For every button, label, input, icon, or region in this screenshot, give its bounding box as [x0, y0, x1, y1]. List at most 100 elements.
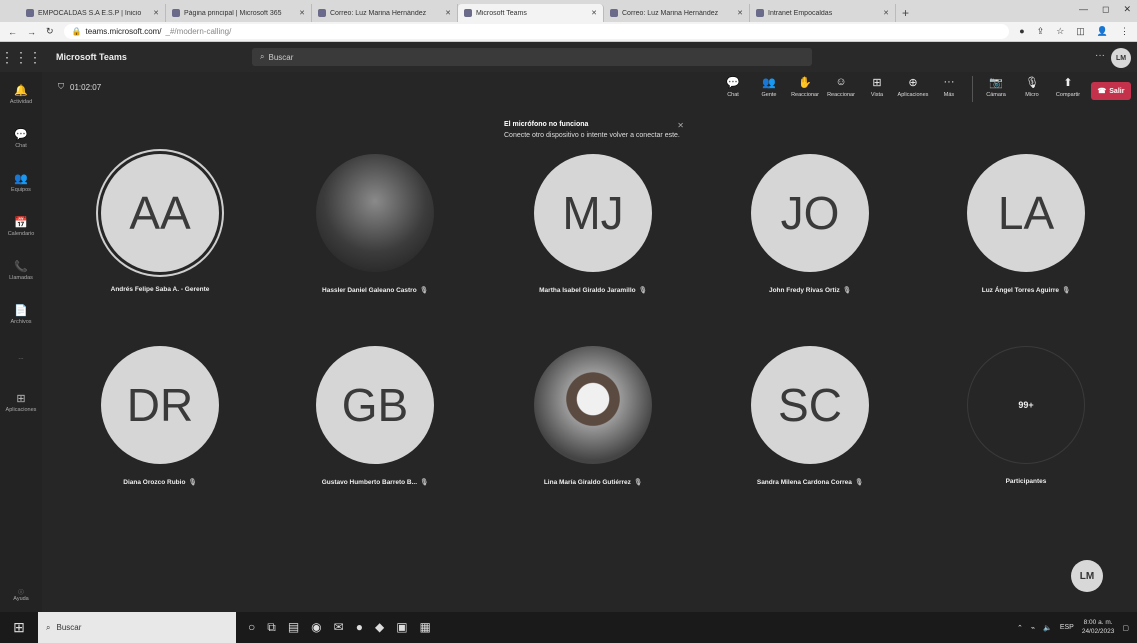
search-input[interactable]: ⌕ Buscar [252, 48, 812, 66]
clock[interactable]: 8:00 a. m. 24/02/2023 [1082, 619, 1115, 636]
close-icon[interactable]: ✕ [445, 9, 451, 17]
close-icon[interactable]: ✕ [591, 9, 597, 17]
favicon-icon [172, 9, 180, 17]
chrome-icon[interactable]: ◉ [311, 620, 321, 635]
participant-tile[interactable]: SC Sandra Milena Cardona Correa 🎙 [710, 346, 910, 526]
smile-icon: ☺ [835, 76, 847, 88]
forward-icon[interactable]: → [27, 27, 36, 37]
share-icon[interactable]: ⇪ [1037, 26, 1045, 37]
shield-icon: ⛉ [58, 82, 64, 91]
settings-more-button[interactable]: ··· [1095, 50, 1105, 61]
windows-start-icon[interactable]: ⊞ [0, 612, 38, 643]
phone-icon: 📞 [14, 260, 28, 273]
overflow-participants-tile[interactable]: 99+ Participantes [926, 346, 1126, 526]
browser-toolbar: ← → ↻ 🔒 teams.microsoft.com/_#/modern-ca… [0, 22, 1137, 42]
participant-tile[interactable]: Lina María Giraldo Gutiérrez 🎙 [493, 346, 693, 526]
favicon-icon [610, 9, 618, 17]
notification-icon[interactable]: ▢ [1122, 624, 1129, 632]
share-button[interactable]: ⬆ Compartir [1051, 76, 1085, 98]
rail-item-files[interactable]: 📄 Archivos [0, 292, 42, 336]
extension-icon[interactable]: ● [1019, 26, 1024, 37]
control-label: Reaccionar [827, 92, 855, 98]
cortana-icon[interactable]: ○ [248, 620, 255, 635]
browser-tab[interactable]: EMPOCALDAS S.A E.S.P | Inicio ✕ [20, 4, 166, 22]
excel-icon[interactable]: ▦ [420, 620, 431, 635]
participant-name: Gustavo Humberto Barreto B... 🎙 [275, 478, 475, 486]
search-icon: ⌕ [46, 622, 51, 632]
participant-tile[interactable]: MJ Martha Isabel Giraldo Jaramillo 🎙 [493, 154, 693, 334]
browser-tab[interactable]: Página principal | Microsoft 365 ✕ [166, 4, 312, 22]
participant-name-text: Sandra Milena Cardona Correa [756, 479, 852, 486]
back-icon[interactable]: ← [8, 27, 17, 37]
sidebar-icon[interactable]: ◫ [1076, 26, 1085, 37]
raise-hand-button[interactable]: ✋ Reaccionar [788, 76, 822, 98]
self-view-avatar[interactable]: LM [1071, 560, 1103, 592]
taskbar-search-input[interactable]: ⌕ Buscar [38, 612, 236, 643]
browser-tab[interactable]: Correo: Luz Marina Hernández ✕ [312, 4, 458, 22]
volume-icon[interactable]: 🔈 [1043, 624, 1052, 632]
people-button[interactable]: 👥 Gente [752, 76, 786, 98]
rail-item-teams[interactable]: 👥 Equipos [0, 160, 42, 204]
rail-item-apps[interactable]: ⊞ Aplicaciones [0, 380, 42, 424]
rail-item-help[interactable]: ⓘ Ayuda [0, 578, 42, 612]
participant-tile[interactable]: DR Diana Orozco Rubio 🎙 [60, 346, 260, 526]
close-icon[interactable]: ✕ [299, 9, 305, 17]
teams-icon[interactable]: ◆ [375, 620, 384, 635]
close-icon[interactable]: ✕ [883, 9, 889, 17]
participant-tile[interactable]: LA Luz Ángel Torres Aguirre 🎙 [926, 154, 1126, 334]
rail-item-chat[interactable]: 💬 Chat [0, 116, 42, 160]
rail-item-more[interactable]: ··· [0, 336, 42, 380]
browser-tab[interactable]: Intranet Empocaldas ✕ [750, 4, 896, 22]
search-icon: ⌕ [260, 52, 265, 61]
camera-button[interactable]: 📷 Cámara [979, 76, 1013, 98]
close-icon[interactable]: ✕ [677, 120, 684, 132]
mail-icon[interactable]: ✉ [334, 620, 344, 635]
participant-tile[interactable]: AA Andrés Felipe Saba A. - Gerente [60, 154, 260, 334]
tab-title: Microsoft Teams [476, 9, 527, 17]
chat-button[interactable]: 💬 Chat [716, 76, 750, 98]
browser-icon[interactable]: ● [356, 620, 363, 635]
chat-icon: 💬 [726, 77, 740, 89]
file-explorer-icon[interactable]: ▤ [288, 620, 299, 635]
user-avatar[interactable]: LM [1111, 48, 1131, 68]
minimize-icon[interactable]: — [1079, 4, 1088, 15]
browser-tab-active[interactable]: Microsoft Teams ✕ [458, 4, 604, 22]
phone-hangup-icon: ☎ [1097, 88, 1107, 95]
address-bar[interactable]: 🔒 teams.microsoft.com/_#/modern-calling/ [63, 24, 1010, 39]
language-indicator[interactable]: ESP [1060, 624, 1074, 631]
participant-tile[interactable]: Hassler Daniel Galeano Castro 🎙 [275, 154, 475, 334]
app-launcher-icon[interactable]: ⋮⋮⋮ [0, 42, 42, 72]
reload-icon[interactable]: ↻ [46, 26, 54, 37]
participant-name-text: Diana Orozco Rubio [123, 479, 186, 486]
menu-icon[interactable]: ⋮ [1120, 26, 1129, 37]
browser-tab[interactable]: Correo: Luz Marina Hernández ✕ [604, 4, 750, 22]
mic-muted-icon: 🎙 [188, 479, 197, 486]
close-icon[interactable]: ✕ [153, 9, 159, 17]
star-icon[interactable]: ☆ [1056, 26, 1064, 37]
close-icon[interactable]: ✕ [737, 9, 743, 17]
mic-button[interactable]: 🎙 Micro [1015, 76, 1049, 98]
rail-item-activity[interactable]: 🔔 Actividad [0, 72, 42, 116]
participant-tile[interactable]: GB Gustavo Humberto Barreto B... 🎙 [275, 346, 475, 526]
rail-label: Actividad [9, 98, 33, 105]
more-button[interactable]: ··· Más [932, 76, 966, 98]
clock-date: 24/02/2023 [1081, 627, 1115, 635]
task-view-icon[interactable]: ⧉ [267, 620, 276, 635]
leave-button[interactable]: ☎ Salir [1091, 82, 1131, 100]
rail-item-calendar[interactable]: 📅 Calendario [0, 204, 42, 248]
new-tab-button[interactable]: + [896, 4, 915, 22]
rail-item-calls[interactable]: 📞 Llamadas [0, 248, 42, 292]
network-icon[interactable]: ⌁ [1031, 624, 1035, 632]
teams-icon: 👥 [14, 172, 28, 185]
store-icon[interactable]: ▣ [396, 620, 407, 635]
window-close-icon[interactable]: ✕ [1123, 4, 1131, 15]
participant-tile[interactable]: JO John Fredy Rivas Ortiz 🎙 [710, 154, 910, 334]
participant-name-text: Lina María Giraldo Gutiérrez [543, 479, 631, 486]
maximize-icon[interactable]: ◻ [1102, 4, 1109, 15]
view-button[interactable]: ⊞ Vista [860, 76, 894, 98]
react-button[interactable]: ☺ Reaccionar [824, 76, 858, 98]
people-icon: 👥 [762, 77, 776, 89]
apps-button[interactable]: ⊕ Aplicaciones [896, 76, 930, 98]
tray-chevron-icon[interactable]: ⌃ [1017, 624, 1023, 632]
profile-icon[interactable]: 👤 [1097, 26, 1108, 37]
